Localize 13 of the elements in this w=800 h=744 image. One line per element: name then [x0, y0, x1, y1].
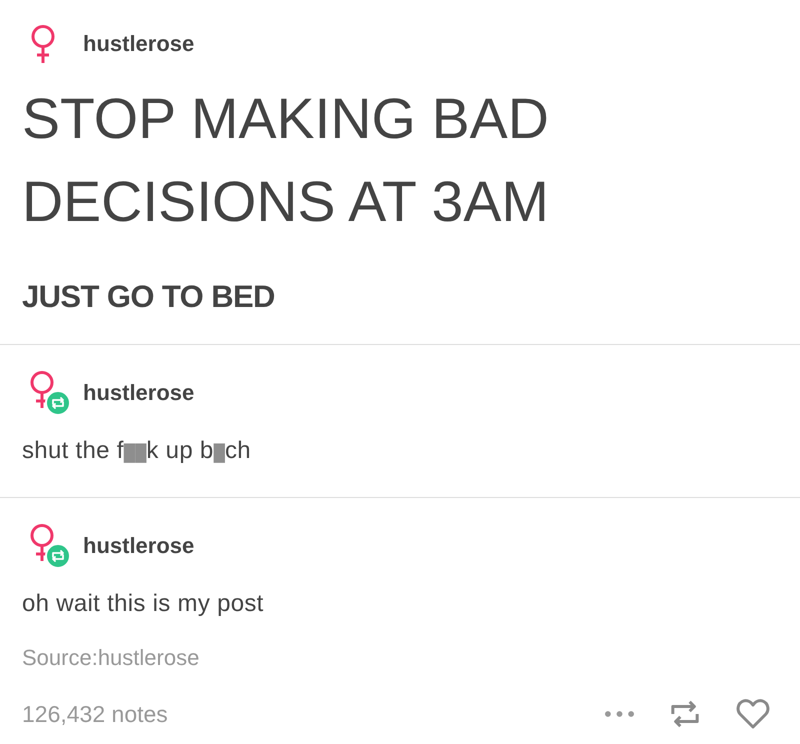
post-subtitle: JUST GO TO BED [22, 279, 275, 315]
post-title: STOP MAKING BAD DECISIONS AT 3AM [22, 86, 550, 236]
reblog-icon[interactable] [670, 699, 700, 729]
username-link[interactable]: hustlerose [83, 533, 194, 559]
female-sign-icon [30, 371, 54, 408]
female-sign-icon [30, 524, 54, 561]
reblog-text: shut the f██k up b█ch [22, 439, 251, 466]
reblog-text: oh wait this is my post [22, 592, 264, 616]
more-options-icon[interactable] [605, 711, 634, 717]
heart-icon[interactable] [736, 698, 770, 730]
username-link[interactable]: hustlerose [83, 31, 194, 57]
username-link[interactable]: hustlerose [83, 380, 194, 406]
female-sign-icon [31, 25, 55, 63]
